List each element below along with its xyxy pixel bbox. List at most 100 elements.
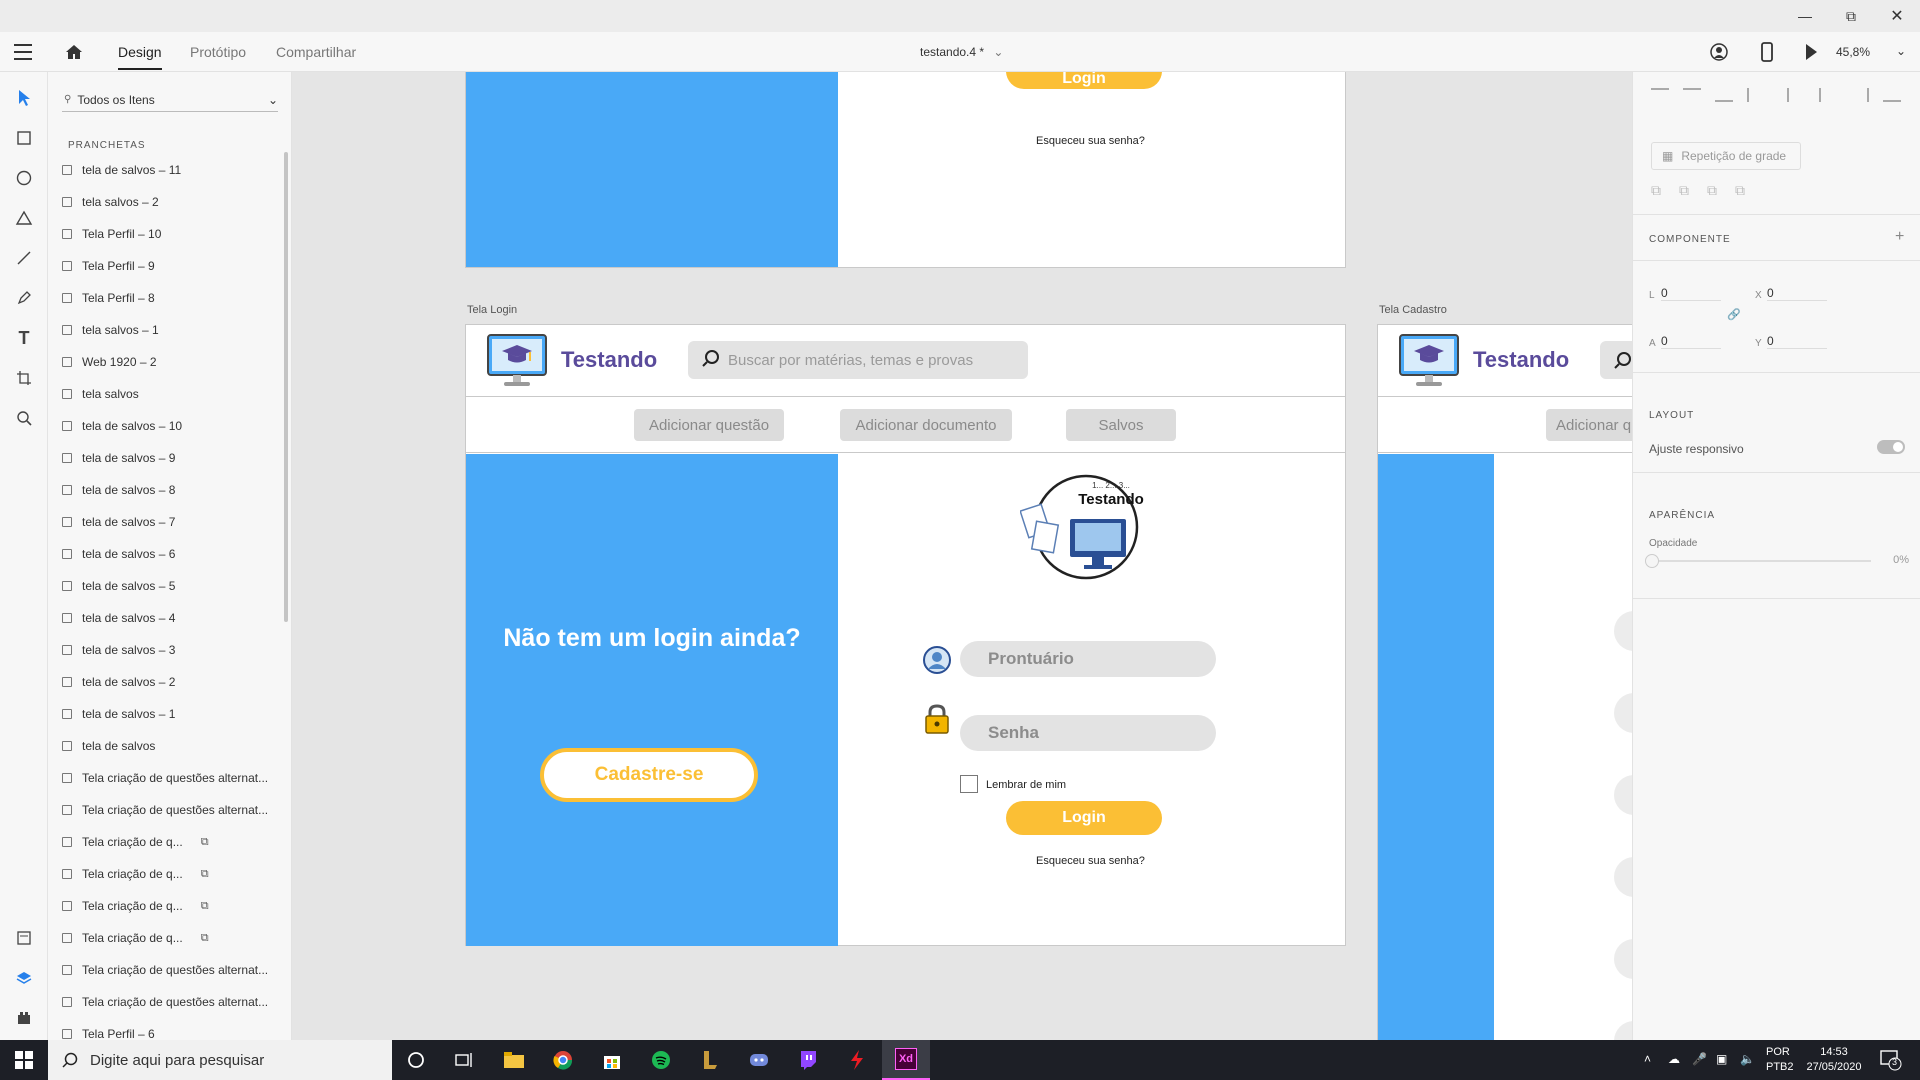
zoom-chevron-icon[interactable]: ⌄ [1896,44,1906,58]
layer-item[interactable]: Tela Perfil – 10 [62,218,282,250]
artboard-tela-cadastro[interactable]: Testando Adicionar q [1377,324,1632,1040]
login-button[interactable]: Login [1006,801,1162,835]
layer-item[interactable]: Tela criação de questões alternat... [62,954,282,986]
login-button[interactable]: Login [1006,72,1162,89]
layer-item[interactable]: tela de salvos – 5 [62,570,282,602]
layer-item[interactable]: tela de salvos [62,730,282,762]
device-preview-icon[interactable] [1760,42,1774,67]
tab-share[interactable]: Compartilhar [276,32,356,72]
zoom-level[interactable]: 45,8% [1836,32,1870,72]
volume-icon[interactable]: 🔈 [1740,1052,1755,1066]
layer-item[interactable]: Tela criação de q... ⧉ [62,826,282,858]
layer-item[interactable]: Tela criação de questões alternat... [62,762,282,794]
close-icon[interactable]: ✕ [1874,0,1920,32]
form-field[interactable] [1614,775,1632,815]
artboard-tool-icon[interactable] [10,364,38,392]
union-icon[interactable]: ⧉ [1651,182,1661,199]
layer-item[interactable]: tela de salvos – 6 [62,538,282,570]
layer-item[interactable]: tela de salvos – 8 [62,474,282,506]
external-link-icon[interactable]: ⧉ [201,932,209,945]
repeat-grid-button[interactable]: ▦ Repetição de grade [1651,142,1801,170]
form-field[interactable] [1614,857,1632,897]
spotify-icon[interactable] [637,1040,685,1080]
network-icon[interactable]: ▣ [1716,1052,1727,1066]
align-top-icon[interactable] [1651,88,1669,102]
layer-item[interactable]: Tela Perfil – 9 [62,250,282,282]
layer-item[interactable]: tela salvos – 2 [62,186,282,218]
layer-item[interactable]: tela de salvos – 7 [62,506,282,538]
clock[interactable]: 14:53 27/05/2020 [1800,1045,1868,1075]
notification-center-icon[interactable]: 3 [1880,1049,1902,1076]
external-link-icon[interactable]: ⧉ [201,836,209,849]
layers-icon[interactable] [10,964,38,992]
nav-saved[interactable]: Salvos [1066,409,1176,441]
rectangle-tool-icon[interactable] [10,124,38,152]
lock-aspect-icon[interactable]: 🔗 [1727,308,1741,321]
layers-scrollbar[interactable] [284,152,288,622]
layer-item[interactable]: Tela criação de q... ⧉ [62,922,282,954]
artboard-tela-login[interactable]: Testando Buscar por matérias, temas e pr… [465,324,1346,946]
distribute-horizontal-icon[interactable] [1883,88,1901,102]
design-canvas[interactable]: Login Esqueceu sua senha? Tela Login Tes… [292,72,1632,1040]
layer-item[interactable]: tela de salvos – 4 [62,602,282,634]
form-field[interactable] [1614,939,1632,979]
user-icon[interactable] [1710,43,1728,66]
home-icon[interactable] [64,42,84,67]
remember-checkbox[interactable] [960,775,978,793]
line-tool-icon[interactable] [10,244,38,272]
signup-button[interactable]: Cadastre-se [540,748,758,802]
layer-item[interactable]: Tela criação de questões alternat... [62,794,282,826]
nav-add-question[interactable]: Adicionar q [1546,409,1632,441]
layer-item[interactable]: Tela criação de q... ⧉ [62,858,282,890]
discord-icon[interactable] [735,1040,783,1080]
microphone-icon[interactable]: 🎤 [1692,1052,1707,1066]
play-icon[interactable] [1804,43,1818,66]
layer-item[interactable]: Tela criação de questões alternat... [62,986,282,1018]
minimize-icon[interactable]: — [1782,0,1828,32]
nav-add-question[interactable]: Adicionar questão [634,409,784,441]
league-icon[interactable] [686,1040,734,1080]
pen-tool-icon[interactable] [10,284,38,312]
add-component-icon[interactable]: + [1895,228,1904,246]
form-field[interactable] [1614,611,1632,651]
align-right-icon[interactable] [1851,88,1869,102]
polygon-tool-icon[interactable] [10,204,38,232]
task-view-icon[interactable] [440,1040,488,1080]
x-input[interactable]: 0 [1767,286,1827,301]
layer-item[interactable]: tela salvos – 1 [62,314,282,346]
assets-icon[interactable] [10,924,38,952]
layer-item[interactable]: tela de salvos – 11 [62,154,282,186]
store-icon[interactable] [588,1040,636,1080]
height-input[interactable]: 0 [1661,334,1721,349]
layer-item[interactable]: Web 1920 – 2 [62,346,282,378]
artboard-label-login[interactable]: Tela Login [467,304,517,316]
artboard-label-cadastro[interactable]: Tela Cadastro [1379,304,1447,316]
site-search-input[interactable] [1600,341,1632,379]
layer-item[interactable]: Tela Perfil – 8 [62,282,282,314]
y-input[interactable]: 0 [1767,334,1827,349]
layers-filter-dropdown[interactable]: ⚲ Todos os Itens ⌄ [62,88,278,112]
plugins-icon[interactable] [10,1004,38,1032]
prontuario-input[interactable]: Prontuário [960,641,1216,677]
start-icon[interactable] [0,1040,48,1080]
artboard-previous[interactable]: Login Esqueceu sua senha? [465,72,1346,268]
form-field[interactable] [1614,1021,1632,1040]
restore-icon[interactable]: ⧉ [1828,0,1874,32]
file-explorer-icon[interactable] [490,1040,538,1080]
layer-item[interactable]: tela de salvos – 3 [62,634,282,666]
layer-item[interactable]: Tela criação de q... ⧉ [62,890,282,922]
language-indicator[interactable]: POR PTB2 [1766,1045,1794,1075]
hamburger-menu-icon[interactable] [14,44,32,60]
forgot-password-link[interactable]: Esqueceu sua senha? [1036,135,1145,147]
align-bottom-icon[interactable] [1715,88,1733,102]
flash-icon[interactable] [833,1040,881,1080]
align-left-icon[interactable] [1787,88,1805,102]
external-link-icon[interactable]: ⧉ [201,900,209,913]
opacity-slider[interactable] [1645,554,1871,568]
align-center-icon[interactable] [1819,88,1837,102]
tab-design[interactable]: Design [118,32,162,72]
layer-item[interactable]: tela de salvos – 1 [62,698,282,730]
onedrive-icon[interactable]: ☁ [1668,1052,1680,1066]
responsive-resize-toggle[interactable] [1877,440,1905,454]
opacity-value[interactable]: 0% [1873,554,1909,566]
